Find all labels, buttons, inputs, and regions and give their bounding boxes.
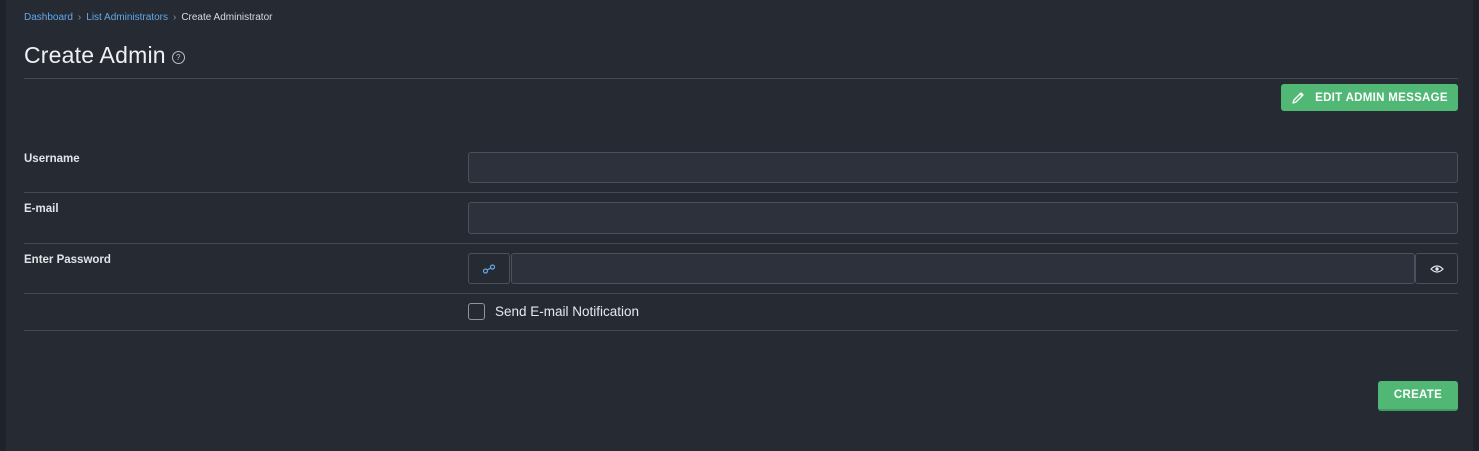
chevron-right-icon: ›	[172, 12, 177, 23]
email-label: E-mail	[24, 203, 59, 215]
username-label: Username	[24, 153, 80, 165]
breadcrumb: Dashboard › List Administrators › Create…	[24, 12, 272, 23]
title-divider	[24, 78, 1458, 79]
password-label: Enter Password	[24, 254, 111, 266]
password-input[interactable]	[511, 253, 1415, 284]
eye-icon	[1429, 264, 1444, 273]
send-email-notification-label[interactable]: Send E-mail Notification	[495, 304, 639, 319]
edit-admin-message-button[interactable]: EDIT ADMIN MESSAGE	[1281, 84, 1458, 111]
breadcrumb-list-administrators[interactable]: List Administrators	[86, 12, 168, 23]
generate-password-button[interactable]	[468, 253, 510, 284]
key-generate-icon	[482, 263, 496, 274]
help-circle-icon[interactable]: ?	[171, 51, 185, 64]
breadcrumb-current: Create Administrator	[181, 12, 273, 23]
row-divider	[24, 243, 1458, 244]
show-password-button[interactable]	[1415, 253, 1458, 284]
send-email-notification-checkbox[interactable]	[468, 303, 485, 320]
page-title: Create Admin	[24, 42, 166, 68]
pencil-icon	[1292, 91, 1304, 104]
chevron-right-icon: ›	[77, 12, 82, 23]
form-bottom-divider	[24, 330, 1458, 331]
breadcrumb-dashboard[interactable]: Dashboard	[24, 12, 73, 23]
username-input[interactable]	[468, 152, 1458, 183]
row-divider	[24, 293, 1458, 294]
title-row: Create Admin ?	[24, 42, 185, 69]
edit-admin-message-label: EDIT ADMIN MESSAGE	[1315, 91, 1448, 104]
row-divider	[24, 192, 1458, 193]
email-input[interactable]	[468, 202, 1458, 234]
create-button[interactable]: CREATE	[1378, 381, 1458, 411]
create-button-label: CREATE	[1393, 389, 1443, 401]
page-container: Dashboard › List Administrators › Create…	[6, 0, 1473, 451]
